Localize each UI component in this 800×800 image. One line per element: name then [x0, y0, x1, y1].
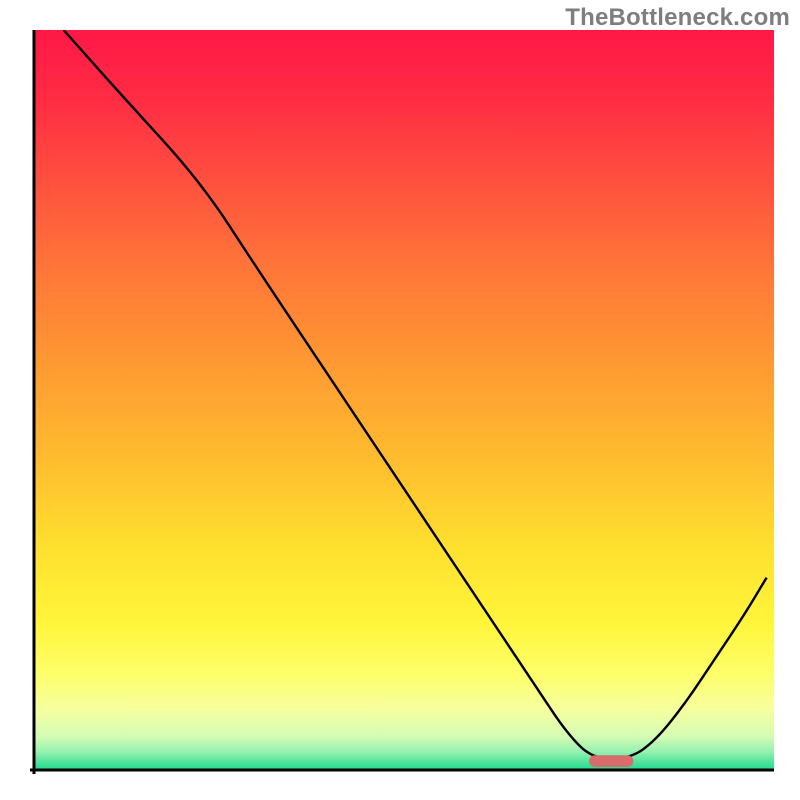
optimal-marker — [589, 755, 633, 767]
bottleneck-plot — [0, 0, 800, 800]
chart-canvas: TheBottleneck.com — [0, 0, 800, 800]
gradient-background — [34, 30, 774, 770]
